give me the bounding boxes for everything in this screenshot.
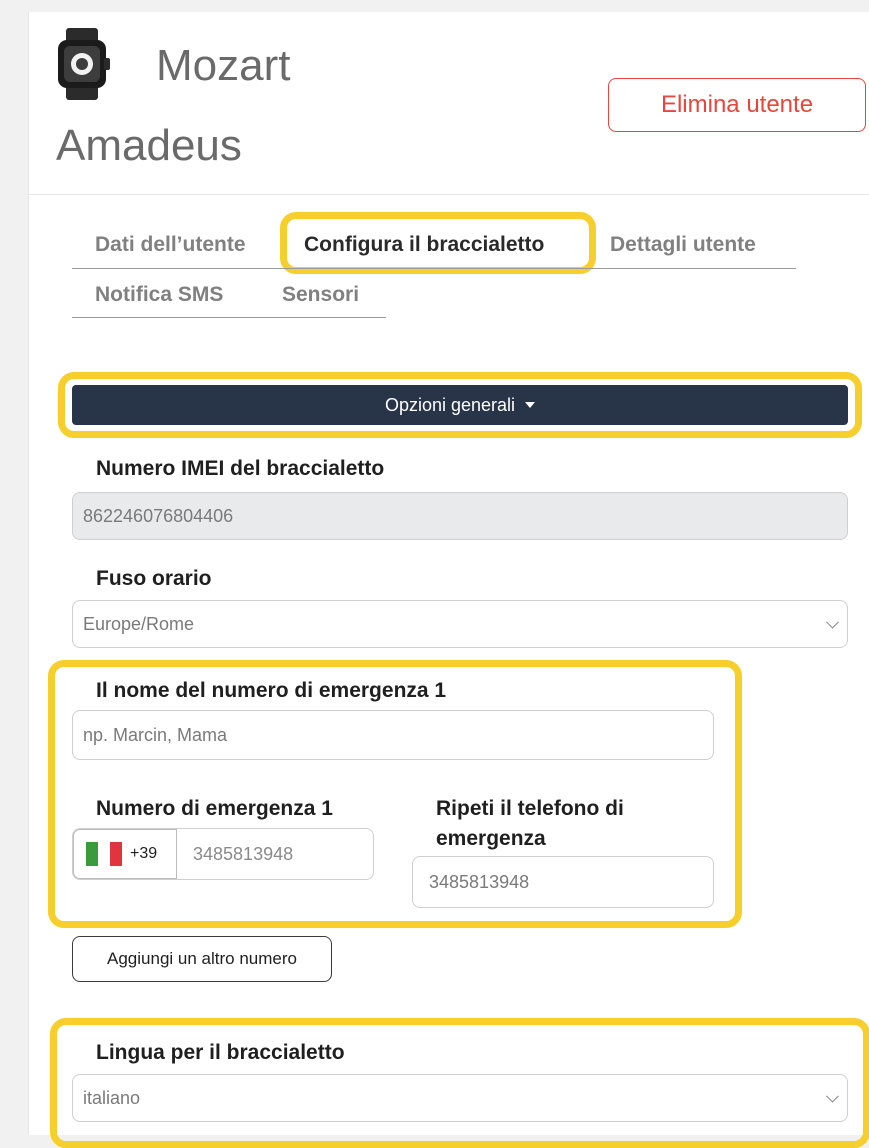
tabs-row2-underline bbox=[72, 317, 386, 318]
user-first-name: Mozart bbox=[156, 41, 291, 90]
chevron-down-icon bbox=[826, 1089, 839, 1103]
tabs-row1-underline bbox=[72, 268, 796, 269]
header-divider bbox=[28, 194, 869, 195]
add-number-button[interactable]: Aggiungi un altro numero bbox=[72, 936, 332, 982]
emergency-name-input[interactable]: np. Marcin, Mama bbox=[72, 710, 714, 760]
tab-sms-notification[interactable]: Notifica SMS bbox=[95, 283, 223, 307]
country-code-selector[interactable]: +39 bbox=[73, 829, 177, 879]
smartwatch-icon bbox=[58, 28, 110, 100]
tab-configure-bracelet[interactable]: Configura il braccialetto bbox=[304, 233, 544, 257]
timezone-value: Europe/Rome bbox=[83, 613, 195, 634]
emergency-number-value: 3485813948 bbox=[193, 843, 294, 864]
emergency-name-placeholder: np. Marcin, Mama bbox=[83, 724, 228, 745]
italy-flag-icon bbox=[86, 842, 122, 866]
emergency-number-label: Numero di emergenza 1 bbox=[96, 797, 333, 820]
repeat-number-label-line1: Ripeti il telefono di bbox=[436, 797, 624, 820]
language-value: italiano bbox=[83, 1087, 141, 1108]
imei-value: 862246076804406 bbox=[83, 505, 234, 526]
caret-down-icon bbox=[525, 402, 536, 408]
repeat-number-input[interactable]: 3485813948 bbox=[412, 856, 714, 908]
timezone-label: Fuso orario bbox=[96, 567, 212, 590]
imei-field: 862246076804406 bbox=[72, 492, 848, 540]
tab-sensors[interactable]: Sensori bbox=[282, 283, 359, 307]
delete-user-button[interactable]: Elimina utente bbox=[608, 78, 866, 132]
imei-label: Numero IMEI del braccialetto bbox=[96, 457, 385, 480]
repeat-number-value: 3485813948 bbox=[429, 871, 530, 892]
general-options-label: Opzioni generali bbox=[384, 394, 516, 415]
general-options-dropdown[interactable]: Opzioni generali bbox=[72, 385, 848, 425]
tab-user-data[interactable]: Dati dell’utente bbox=[95, 233, 246, 257]
repeat-number-label-line2: emergenza bbox=[436, 827, 546, 850]
timezone-select[interactable]: Europe/Rome bbox=[72, 600, 848, 648]
language-select[interactable]: italiano bbox=[72, 1074, 848, 1122]
country-code: +39 bbox=[130, 845, 158, 862]
emergency-name-label: Il nome del numero di emergenza 1 bbox=[96, 679, 447, 702]
language-label: Lingua per il braccialetto bbox=[96, 1041, 345, 1064]
chevron-down-icon bbox=[826, 615, 839, 629]
tab-user-details[interactable]: Dettagli utente bbox=[610, 233, 756, 257]
emergency-number-input[interactable]: +39 3485813948 bbox=[72, 828, 374, 880]
user-last-name: Amadeus bbox=[56, 121, 242, 170]
